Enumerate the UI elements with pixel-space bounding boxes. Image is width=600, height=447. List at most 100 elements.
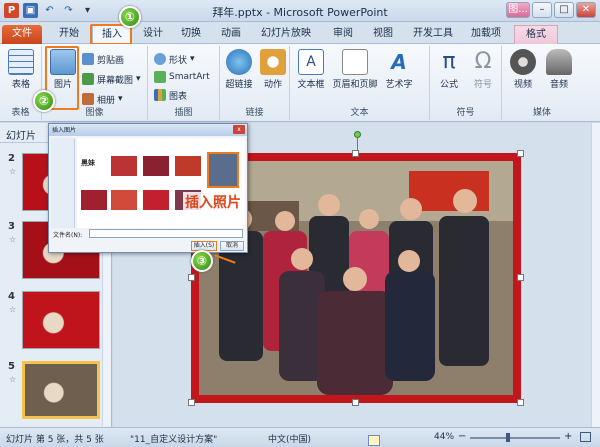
album-icon xyxy=(82,93,94,105)
screenshot-button[interactable]: 屏幕截图 ▾ xyxy=(82,72,141,86)
smartart-button[interactable]: SmartArt xyxy=(154,70,210,84)
dialog-title-bar: 插入图片 x xyxy=(49,124,247,136)
resize-handle-top[interactable] xyxy=(352,150,359,157)
context-tool-tab[interactable]: 图... xyxy=(506,2,530,18)
tab-0[interactable]: 文件 xyxy=(2,25,42,44)
resize-handle-right[interactable] xyxy=(517,274,524,281)
clip-art-icon xyxy=(82,53,94,65)
close-icon[interactable]: ✕ xyxy=(576,2,596,18)
group-links: 超链接 动作 链接 xyxy=(220,46,290,120)
zoom-slider[interactable] xyxy=(470,437,560,439)
ribbon: 表格 表格 图片 剪贴画 屏幕截图 ▾ 相册 ▾ 图像 形状 ▾ SmartArt 图… xyxy=(0,44,600,122)
audio-button[interactable]: 音频 xyxy=(542,49,576,90)
slideshow-icon[interactable] xyxy=(368,435,380,446)
tab-11[interactable]: 格式 xyxy=(514,25,558,44)
resize-handle-tr[interactable] xyxy=(517,150,524,157)
canvas-scrollbar[interactable] xyxy=(591,123,600,427)
zoom-out-icon[interactable]: − xyxy=(458,431,466,442)
group-symbols: π 公式 Ω 符号 符号 xyxy=(430,46,502,120)
fit-slide-icon[interactable] xyxy=(580,432,591,442)
zoom-slider-thumb[interactable] xyxy=(506,433,510,442)
status-language[interactable]: 中文(中国) xyxy=(268,432,311,445)
group-media: 视频 音频 媒体 xyxy=(502,46,582,120)
tab-9[interactable]: 开发工具 xyxy=(408,25,458,44)
tab-5[interactable]: 动画 xyxy=(214,25,248,44)
slide-transition-icon: ☆ xyxy=(9,305,17,314)
rotation-handle[interactable] xyxy=(354,131,361,138)
tab-6[interactable]: 幻灯片放映 xyxy=(256,25,316,44)
header-footer-button[interactable]: 页眉和页脚 xyxy=(330,49,380,90)
shapes-icon xyxy=(154,53,166,65)
dialog-folder-label[interactable]: 黑妹 xyxy=(81,158,95,168)
smartart-icon xyxy=(154,71,166,83)
resize-handle-bottom[interactable] xyxy=(352,399,359,406)
file-thumb[interactable] xyxy=(111,190,137,210)
wordart-button[interactable]: A 艺术字 xyxy=(380,49,418,90)
insert-picture-dialog: 插入图片 x 黑妹 文件名(N): 插入(S) 取消 xyxy=(48,123,248,253)
dialog-close-icon[interactable]: x xyxy=(233,125,245,134)
slide-transition-icon: ☆ xyxy=(9,167,17,176)
slide-thumbnail[interactable] xyxy=(22,291,100,349)
resize-handle-br[interactable] xyxy=(517,399,524,406)
clip-art-button[interactable]: 剪贴画 xyxy=(82,52,124,66)
video-button[interactable]: 视频 xyxy=(506,49,540,90)
globe-link-icon xyxy=(226,49,252,75)
callout-insert-photo: 插入照片 xyxy=(183,192,243,212)
file-thumb[interactable] xyxy=(81,190,107,210)
album-button[interactable]: 相册 ▾ xyxy=(82,92,123,106)
file-thumb[interactable] xyxy=(143,190,169,210)
shapes-button[interactable]: 形状 ▾ xyxy=(154,52,195,66)
filename-label: 文件名(N): xyxy=(53,232,83,239)
status-slide-count: 幻灯片 第 5 张，共 5 张 xyxy=(6,435,104,445)
slide-number: 4 xyxy=(8,291,15,302)
screenshot-icon xyxy=(82,73,94,85)
rotation-handle-stem xyxy=(357,138,358,150)
dialog-nav-pane[interactable] xyxy=(51,138,75,228)
equation-button[interactable]: π 公式 xyxy=(432,49,466,90)
slide-transition-icon: ☆ xyxy=(9,235,17,244)
tab-10[interactable]: 加载项 xyxy=(464,25,508,44)
slide-number: 5 xyxy=(8,361,15,372)
filename-input[interactable] xyxy=(89,229,243,238)
cancel-button[interactable]: 取消 xyxy=(220,241,244,251)
group-illustrations: 形状 ▾ SmartArt 图表 插图 xyxy=(148,46,220,120)
slide-thumbnail[interactable] xyxy=(22,361,100,419)
tab-8[interactable]: 视图 xyxy=(366,25,400,44)
action-button[interactable]: 动作 xyxy=(256,49,290,90)
action-star-icon xyxy=(260,49,286,75)
resize-handle-bl[interactable] xyxy=(188,399,195,406)
step-badge-1: ① xyxy=(119,6,141,28)
table-icon xyxy=(8,49,34,75)
slide-transition-icon: ☆ xyxy=(9,375,17,384)
pi-icon: π xyxy=(442,49,456,74)
minimize-icon[interactable]: – xyxy=(532,2,552,18)
group-text: A 文本框 页眉和页脚 A 艺术字 文本 xyxy=(290,46,430,120)
zoom-level[interactable]: 44% xyxy=(434,432,454,442)
tab-1[interactable]: 开始 xyxy=(52,25,86,44)
maximize-icon[interactable]: □ xyxy=(554,2,574,18)
textbox-button[interactable]: A 文本框 xyxy=(292,49,330,90)
file-thumb[interactable] xyxy=(143,156,169,176)
dialog-file-list: 黑妹 xyxy=(77,138,245,228)
selected-file-thumb[interactable] xyxy=(207,152,239,188)
table-button[interactable]: 表格 xyxy=(4,49,38,90)
slide-number: 3 xyxy=(8,221,15,232)
step-badge-2: ② xyxy=(33,90,55,112)
status-bar: 幻灯片 第 5 张，共 5 张 "11_自定义设计方案" 中文(中国) 44% … xyxy=(0,427,600,447)
header-footer-icon xyxy=(342,49,368,75)
symbol-button[interactable]: Ω 符号 xyxy=(466,49,500,90)
resize-handle-left[interactable] xyxy=(188,274,195,281)
title-bar: P ▣ ↶ ↷ ▾ 拜年.pptx - Microsoft PowerPoint… xyxy=(0,0,600,22)
step-badge-3: ③ xyxy=(191,250,213,272)
tab-7[interactable]: 审阅 xyxy=(326,25,360,44)
speaker-icon xyxy=(546,49,572,75)
file-thumb[interactable] xyxy=(175,156,201,176)
chart-button[interactable]: 图表 xyxy=(154,88,187,102)
tab-3[interactable]: 设计 xyxy=(136,25,170,44)
zoom-in-icon[interactable]: + xyxy=(564,431,572,442)
hyperlink-button[interactable]: 超链接 xyxy=(222,49,256,90)
tab-4[interactable]: 切换 xyxy=(174,25,208,44)
status-theme[interactable]: "11_自定义设计方案" xyxy=(130,432,217,445)
file-thumb[interactable] xyxy=(111,156,137,176)
wordart-icon: A xyxy=(391,50,407,74)
